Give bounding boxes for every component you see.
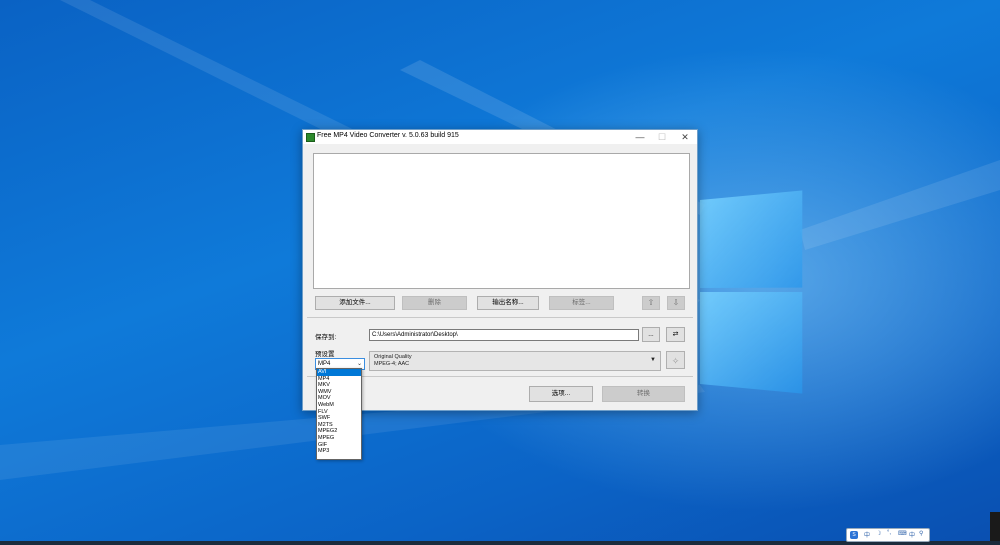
format-option[interactable]: WMV <box>317 389 361 396</box>
app-icon <box>306 133 315 142</box>
options-button[interactable]: 选项... <box>529 386 593 402</box>
format-option[interactable]: MPEG2 <box>317 428 361 435</box>
windows-logo-wallpaper <box>700 190 806 394</box>
separator <box>307 376 693 377</box>
ime-logo-icon[interactable]: S <box>850 531 858 539</box>
ime-keyboard-icon[interactable]: ⌨ <box>898 530 907 537</box>
save-to-label: 保存到: <box>315 331 336 341</box>
title-bar[interactable]: Free MP4 Video Converter v. 5.0.63 build… <box>303 130 697 144</box>
folder-arrow-icon[interactable]: ⇄ <box>666 327 685 342</box>
format-option[interactable]: WebM <box>317 402 361 409</box>
browse-button[interactable]: ... <box>642 327 660 342</box>
format-option[interactable]: MKV <box>317 382 361 389</box>
window-title: Free MP4 Video Converter v. 5.0.63 build… <box>317 132 459 139</box>
quality-preset-select[interactable]: Original Quality MPEG-4; AAC ▼ <box>369 351 661 371</box>
output-path-input[interactable]: C:\Users\Administrator\Desktop\ <box>369 329 639 341</box>
format-option[interactable]: M2TS <box>317 422 361 429</box>
format-option[interactable]: GIF <box>317 442 361 449</box>
ime-moon-icon[interactable]: ☽ <box>876 530 881 537</box>
file-list[interactable] <box>313 153 690 289</box>
format-option[interactable]: SWF <box>317 415 361 422</box>
maximize-button[interactable]: ☐ <box>651 130 673 144</box>
delete-button[interactable]: 删除 <box>402 296 467 310</box>
separator <box>307 317 693 318</box>
ime-toolbar[interactable]: S 中 ☽ °, ⌨ 中 ⚲ <box>846 528 930 542</box>
add-files-button[interactable]: 添加文件... <box>315 296 395 310</box>
format-option[interactable]: MP3 <box>317 448 361 455</box>
quality-title: Original Quality <box>374 354 412 360</box>
ime-settings-icon[interactable]: ⚲ <box>919 530 923 537</box>
down-arrow-icon[interactable]: ⇩ <box>667 296 685 310</box>
output-name-button[interactable]: 输出名称... <box>477 296 539 310</box>
quality-codecs: MPEG-4; AAC <box>374 361 409 367</box>
ime-chinese-toggle[interactable]: 中 <box>864 530 870 539</box>
minimize-button[interactable]: — <box>629 130 651 144</box>
up-arrow-icon[interactable]: ⇧ <box>642 296 660 310</box>
close-button[interactable]: ✕ <box>674 130 696 144</box>
preset-label: 预设置 <box>315 348 335 358</box>
format-option[interactable]: FLV <box>317 409 361 416</box>
dropdown-arrow-icon: ▼ <box>650 357 656 363</box>
format-value: MP4 <box>318 361 330 367</box>
format-option[interactable]: MOV <box>317 395 361 402</box>
ime-punctuation-icon[interactable]: °, <box>887 530 891 536</box>
convert-button[interactable]: 转换 <box>602 386 685 402</box>
taskbar-corner <box>990 512 1000 541</box>
magic-wand-icon[interactable]: ✧ <box>666 351 685 369</box>
format-option[interactable]: MPEG <box>317 435 361 442</box>
format-dropdown-list[interactable]: AVI MP4 MKV WMV MOV WebM FLV SWF M2TS MPEG2 MPEG GI… <box>316 368 362 460</box>
format-option[interactable]: AVI <box>317 369 361 376</box>
format-option[interactable]: MP4 <box>317 376 361 383</box>
tags-button[interactable]: 标签... <box>549 296 614 310</box>
ime-mode-icon[interactable]: 中 <box>909 530 915 539</box>
